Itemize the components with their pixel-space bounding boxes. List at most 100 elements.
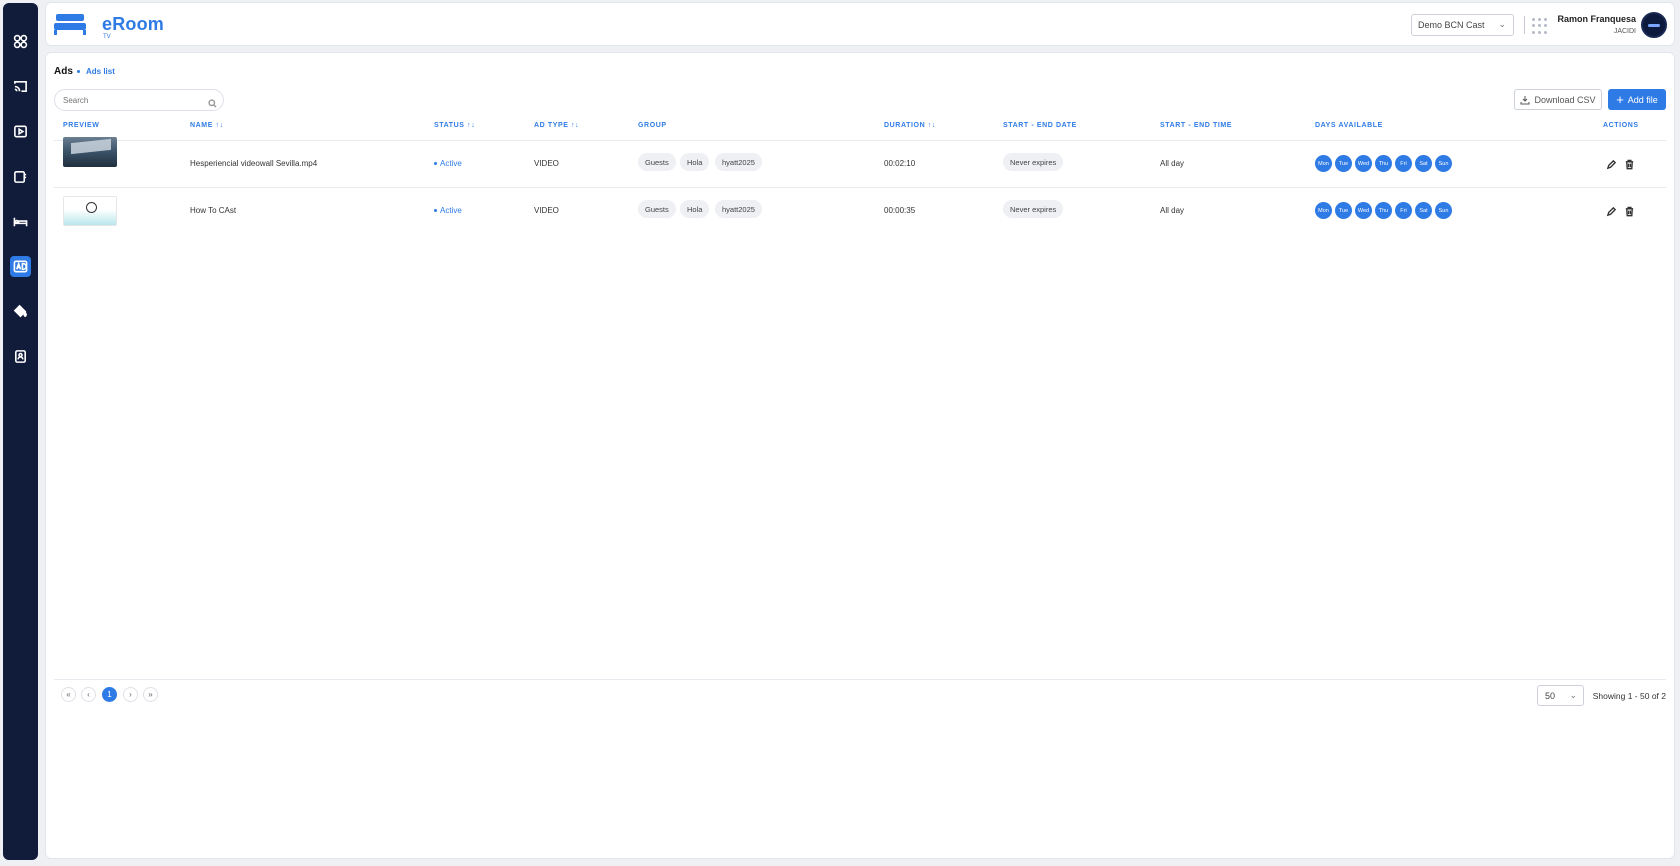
prev-page-button[interactable]: ‹ <box>81 687 96 702</box>
main-panel: Ads Ads list Download CSV + Add file PRE… <box>45 52 1675 859</box>
column-preview: PREVIEW <box>63 122 100 129</box>
column-days: DAYS AVAILABLE <box>1315 122 1383 129</box>
column-group: GROUP <box>638 122 667 129</box>
day-badge: Wed <box>1355 155 1372 172</box>
play-icon <box>14 125 27 137</box>
page-title: Ads <box>54 66 73 77</box>
add-file-label: Add file <box>1627 94 1658 105</box>
preview-thumbnail[interactable] <box>63 196 117 226</box>
app-name: eRoom <box>102 14 165 34</box>
column-ad-type[interactable]: AD TYPE ↑↓ <box>534 122 579 129</box>
trash-icon[interactable] <box>1624 204 1636 217</box>
column-status[interactable]: STATUS ↑↓ <box>434 122 475 129</box>
showing-count: Showing 1 - 50 of 2 <box>1592 691 1666 701</box>
last-page-button[interactable]: » <box>143 687 158 702</box>
paint-bucket-icon <box>13 304 27 317</box>
sidebar-item-media[interactable] <box>3 117 38 145</box>
per-page-value: 50 <box>1545 691 1556 701</box>
sidebar <box>3 3 38 860</box>
user-organization: JACIDI <box>1613 28 1636 35</box>
ad-type: VIDEO <box>534 159 559 168</box>
app-logo[interactable]: eRoom TV <box>54 12 164 42</box>
sidebar-item-cast[interactable] <box>3 72 38 100</box>
sidebar-item-ads[interactable] <box>3 252 38 280</box>
download-csv-label: Download CSV <box>1534 94 1596 105</box>
first-page-button[interactable]: « <box>61 687 76 702</box>
footer-divider <box>54 679 1666 680</box>
logo-bed-icon <box>54 14 86 35</box>
user-name: Ramon Franquesa <box>1557 14 1636 24</box>
day-badge: Fri <box>1395 155 1412 172</box>
per-page-select[interactable]: 50 ⌄ <box>1537 685 1584 706</box>
trash-icon[interactable] <box>1624 157 1636 170</box>
organization-select[interactable]: Demo BCN Cast ⌄ <box>1411 14 1514 36</box>
organization-value: Demo BCN Cast <box>1418 20 1485 30</box>
chevron-down-icon: ⌄ <box>1498 19 1506 29</box>
column-actions: ACTIONS <box>1603 122 1639 129</box>
ad-name: Hesperiencial videowall Sevilla.mp4 <box>190 159 318 168</box>
search-icon <box>208 95 218 108</box>
app-sub: TV <box>103 34 111 40</box>
add-file-button[interactable]: + Add file <box>1608 89 1666 110</box>
apps-grid-icon[interactable] <box>1532 18 1548 34</box>
column-time: START - END TIME <box>1160 122 1233 129</box>
contact-icon <box>15 349 26 363</box>
chevron-down-icon: ⌄ <box>1569 690 1577 700</box>
top-header: eRoom TV Demo BCN Cast ⌄ Ramon Franquesa… <box>45 2 1675 46</box>
day-badge: Tue <box>1335 202 1352 219</box>
avatar[interactable] <box>1641 12 1667 38</box>
bed-icon <box>13 217 28 226</box>
group-chip: Guests <box>638 153 676 171</box>
preview-thumbnail[interactable] <box>63 137 117 167</box>
page-1-button[interactable]: 1 <box>102 687 117 702</box>
column-duration[interactable]: DURATION ↑↓ <box>884 122 936 129</box>
status-badge: Active <box>434 206 462 215</box>
header-divider <box>1524 16 1525 34</box>
header-divider-line <box>54 140 1666 141</box>
day-badge: Thu <box>1375 155 1392 172</box>
ad-type: VIDEO <box>534 206 559 215</box>
date-chip: Never expires <box>1003 200 1064 218</box>
column-name[interactable]: NAME ↑↓ <box>190 122 224 129</box>
day-badge: Sun <box>1435 202 1452 219</box>
download-icon <box>1520 95 1530 104</box>
download-csv-button[interactable]: Download CSV <box>1514 89 1602 110</box>
cast-icon <box>14 80 27 92</box>
device-icon <box>14 170 27 183</box>
day-badge: Sat <box>1415 202 1432 219</box>
duration: 00:00:35 <box>884 206 916 215</box>
time-range: All day <box>1160 159 1185 168</box>
plus-icon: + <box>1616 92 1624 107</box>
group-chip: hyatt2025 <box>715 153 762 171</box>
group-chip: hyatt2025 <box>715 200 762 218</box>
sidebar-item-dashboard[interactable] <box>3 27 38 55</box>
day-badge: Wed <box>1355 202 1372 219</box>
row-divider-line <box>54 187 1666 188</box>
group-chip: Hola <box>680 153 710 171</box>
ad-icon <box>13 260 28 272</box>
ad-name: How To CAst <box>190 206 237 215</box>
next-page-button[interactable]: › <box>123 687 138 702</box>
group-chip: Guests <box>638 200 676 218</box>
search-input[interactable] <box>54 89 224 111</box>
breadcrumb-ads-list[interactable]: Ads list <box>86 67 115 76</box>
column-date: START - END DATE <box>1003 122 1077 129</box>
edit-icon[interactable] <box>1606 157 1618 170</box>
group-chip: Hola <box>680 200 710 218</box>
grid-icon <box>13 34 28 48</box>
day-badge: Tue <box>1335 155 1352 172</box>
date-chip: Never expires <box>1003 153 1064 171</box>
day-badge: Fri <box>1395 202 1412 219</box>
day-badge: Thu <box>1375 202 1392 219</box>
time-range: All day <box>1160 206 1185 215</box>
edit-icon[interactable] <box>1606 204 1618 217</box>
sidebar-item-devices[interactable] <box>3 162 38 190</box>
day-badge: Sat <box>1415 155 1432 172</box>
sidebar-item-contacts[interactable] <box>3 342 38 370</box>
sidebar-item-rooms[interactable] <box>3 207 38 235</box>
duration: 00:02:10 <box>884 159 916 168</box>
sidebar-item-branding[interactable] <box>3 297 38 325</box>
day-badge: Mon <box>1315 202 1332 219</box>
day-badge: Sun <box>1435 155 1452 172</box>
breadcrumb-separator <box>77 70 80 73</box>
